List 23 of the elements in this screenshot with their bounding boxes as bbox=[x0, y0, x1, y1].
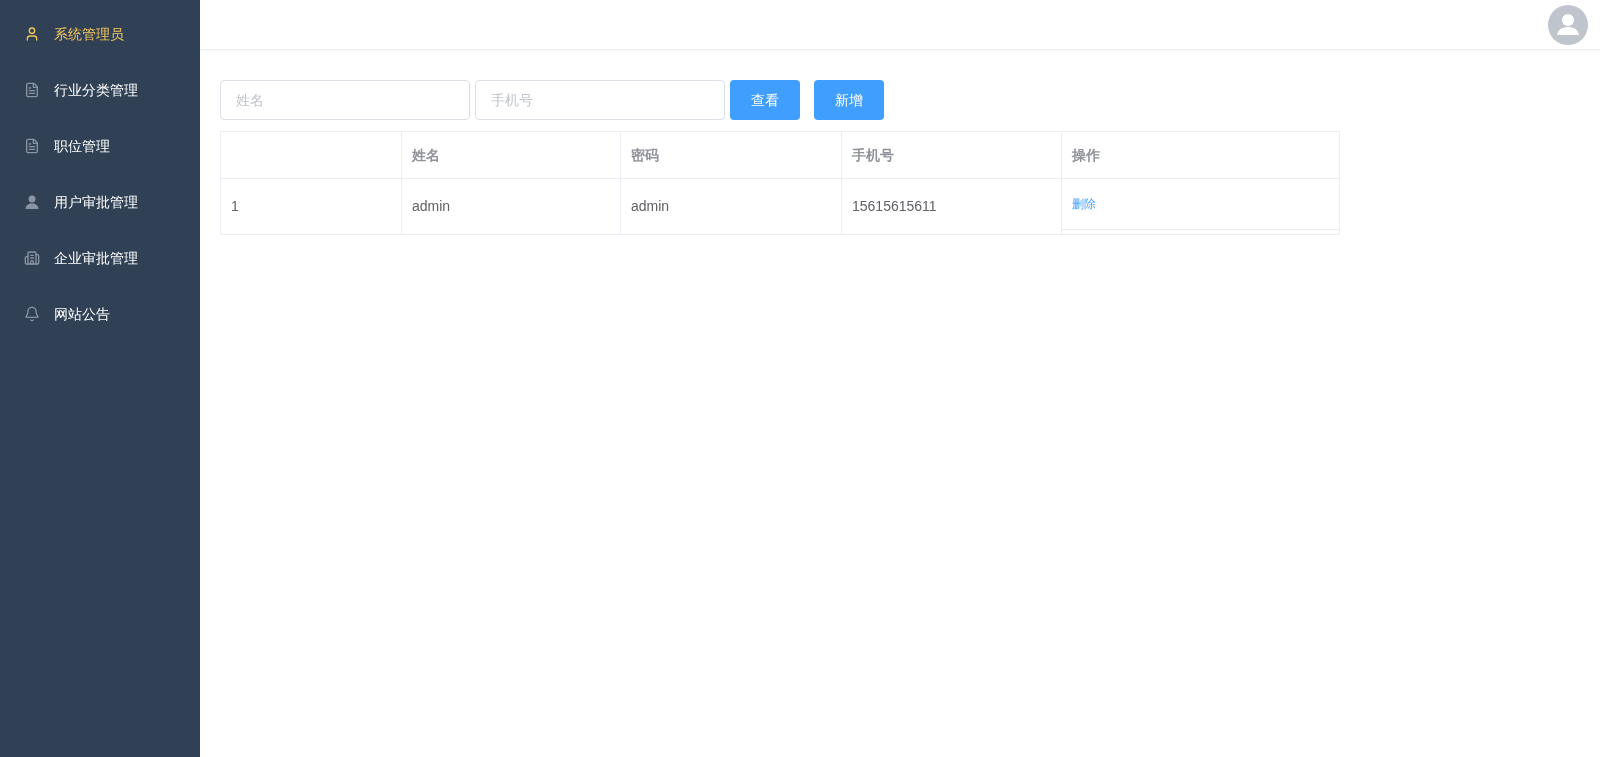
search-field[interactable]: 姓名 bbox=[220, 80, 470, 120]
bell-icon bbox=[24, 306, 40, 322]
user-icon bbox=[24, 26, 40, 42]
document-icon bbox=[24, 82, 40, 98]
search-field[interactable]: 手机号 bbox=[475, 80, 725, 120]
sidebar-item[interactable]: 企业审批管理 bbox=[0, 230, 200, 286]
table-cell-text: admin bbox=[412, 197, 451, 216]
table-cell-text: 1 bbox=[231, 197, 239, 216]
avatar-icon[interactable] bbox=[1548, 4, 1588, 45]
building-icon bbox=[24, 250, 40, 266]
table-cell-text: admin bbox=[631, 197, 670, 216]
sidebar-item[interactable]: 系统管理员 bbox=[0, 6, 200, 62]
sidebar-item[interactable]: 职位管理 bbox=[0, 118, 200, 174]
document-icon bbox=[24, 138, 40, 154]
sidebar-item[interactable]: 行业分类管理 bbox=[0, 62, 200, 118]
sidebar-item[interactable]: 网站公告 bbox=[0, 286, 200, 342]
column-header: 手机号 bbox=[852, 145, 894, 165]
user-icon bbox=[24, 194, 40, 210]
sidebar-item[interactable]: 用户审批管理 bbox=[0, 174, 200, 230]
column-header: 姓名 bbox=[412, 145, 440, 165]
column-header: 操作 bbox=[1072, 145, 1100, 165]
table-cell-text: 15615615611 bbox=[852, 197, 937, 216]
column-header: 密码 bbox=[631, 145, 659, 165]
